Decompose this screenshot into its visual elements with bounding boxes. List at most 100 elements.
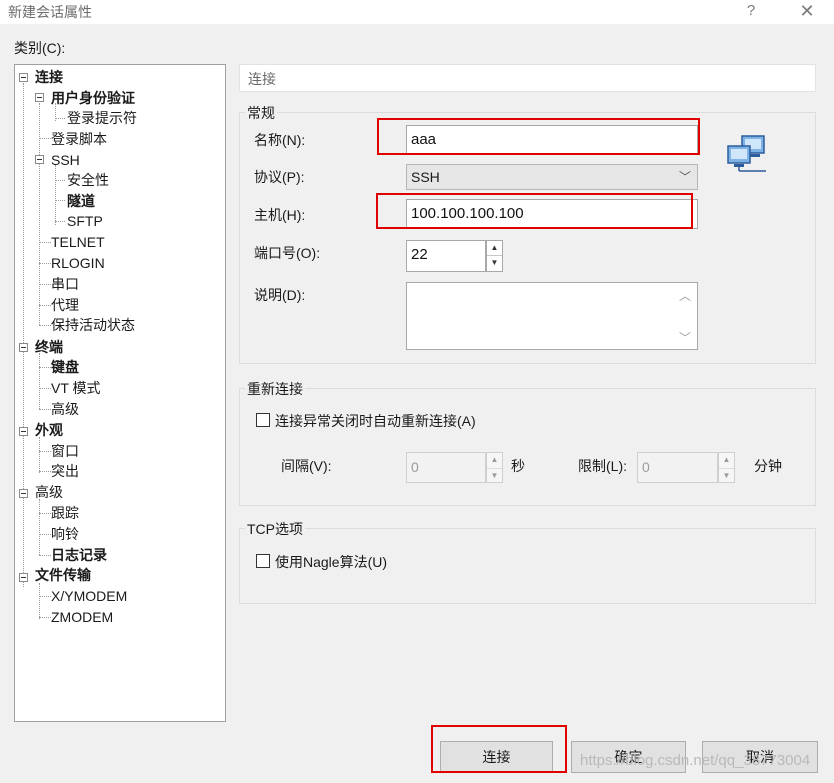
expander-icon[interactable] [19, 427, 28, 436]
tree-connector [39, 367, 51, 368]
port-spinner[interactable]: ▲ ▼ [486, 240, 503, 272]
scroll-down-icon[interactable]: ﹀ [679, 329, 691, 346]
expander-icon[interactable] [19, 73, 28, 82]
tree-item-window[interactable]: 窗口 [51, 441, 79, 461]
tree-item-appearance[interactable]: 外观 [35, 420, 63, 440]
title-bar: 新建会话属性 ? ✕ [0, 0, 834, 24]
auto-reconnect-checkbox[interactable] [256, 413, 270, 427]
tree-connector [23, 83, 24, 587]
reconnect-group-title: 重新连接 [245, 379, 305, 399]
tree-item-sftp[interactable]: SFTP [67, 211, 103, 231]
host-input[interactable]: 100.100.100.100 [406, 199, 698, 229]
reconnect-group [239, 388, 816, 506]
tree-item-serial[interactable]: 串口 [51, 274, 79, 294]
tree-connector [39, 583, 40, 619]
interval-spinner[interactable]: ▲ ▼ [486, 452, 503, 483]
protocol-select[interactable]: SSH ﹀ [406, 164, 698, 190]
expander-icon[interactable] [19, 573, 28, 582]
tree-connector [39, 138, 51, 139]
spin-up-icon[interactable]: ▲ [487, 241, 502, 256]
connect-button[interactable]: 连接 [440, 741, 553, 773]
port-label: 端口号(O): [254, 245, 321, 261]
tree-item-telnet[interactable]: TELNET [51, 232, 105, 252]
name-input[interactable]: aaa [406, 125, 698, 154]
tree-item-xymodem[interactable]: X/YMODEM [51, 586, 127, 606]
tree-item-terminal-advanced[interactable]: 高级 [51, 399, 79, 419]
tree-connector [39, 513, 51, 514]
tree-item-login-script[interactable]: 登录脚本 [51, 129, 107, 149]
spin-up-icon[interactable]: ▲ [719, 453, 734, 469]
name-label: 名称(N): [254, 132, 306, 148]
tree-item-rlogin[interactable]: RLOGIN [51, 253, 105, 273]
interval-input[interactable]: 0 [406, 452, 486, 483]
tree-item-proxy[interactable]: 代理 [51, 295, 79, 315]
tree-connector [39, 437, 40, 473]
watermark-text: https://blog.csdn.net/qq_38773004 [580, 752, 811, 769]
scroll-up-icon[interactable]: ︿ [679, 287, 691, 304]
limit-label: 限制(L): [578, 458, 627, 474]
tree-connector [39, 325, 51, 326]
protocol-label: 协议(P): [254, 169, 305, 185]
expander-icon[interactable] [35, 93, 44, 102]
tree-connector [39, 353, 40, 409]
tree-connector [39, 534, 51, 535]
tree-connector [55, 118, 65, 119]
tree-connector [39, 242, 51, 243]
category-tree[interactable]: 连接 用户身份验证 登录提示符 登录脚本 SSH 安全性 隧道 SFTP TEL… [14, 64, 226, 722]
nagle-label: 使用Nagle算法(U) [275, 554, 388, 570]
tree-item-keepalive[interactable]: 保持活动状态 [51, 315, 135, 335]
nagle-checkbox[interactable] [256, 554, 270, 568]
tree-item-login-prompt[interactable]: 登录提示符 [67, 108, 137, 128]
tree-connector [55, 180, 65, 181]
help-button[interactable]: ? [738, 0, 764, 22]
tree-item-bell[interactable]: 响铃 [51, 524, 79, 544]
limit-spinner[interactable]: ▲ ▼ [718, 452, 735, 483]
tree-item-keyboard[interactable]: 键盘 [51, 357, 79, 377]
chevron-down-icon: ﹀ [678, 170, 691, 184]
tree-connector [39, 284, 51, 285]
category-label: 类别(C): [14, 40, 66, 56]
tree-connector [39, 263, 51, 264]
tree-item-logging[interactable]: 日志记录 [51, 545, 107, 565]
limit-input[interactable]: 0 [637, 452, 718, 483]
expander-icon[interactable] [19, 489, 28, 498]
close-button[interactable]: ✕ [792, 0, 822, 22]
auto-reconnect-label: 连接异常关闭时自动重新连接(A) [275, 413, 476, 429]
spin-up-icon[interactable]: ▲ [487, 453, 502, 469]
panel-header: 连接 [239, 64, 816, 92]
tree-item-security[interactable]: 安全性 [67, 170, 109, 190]
network-computers-icon [727, 135, 766, 172]
tree-connector [39, 499, 40, 555]
port-input[interactable]: 22 [406, 240, 486, 272]
tree-item-file-transfer[interactable]: 文件传输 [35, 565, 91, 585]
tree-connector [39, 596, 51, 597]
general-group-title: 常规 [245, 103, 277, 123]
tree-item-advanced[interactable]: 高级 [35, 482, 63, 502]
tree-item-zmodem[interactable]: ZMODEM [51, 607, 113, 627]
window-title: 新建会话属性 [8, 4, 92, 20]
tree-connector [39, 409, 51, 410]
tree-item-authentication[interactable]: 用户身份验证 [51, 88, 135, 108]
expander-icon[interactable] [35, 155, 44, 164]
expander-icon[interactable] [19, 343, 28, 352]
tree-connector [39, 388, 51, 389]
tcp-group-title: TCP选项 [245, 519, 305, 539]
tree-item-terminal[interactable]: 终端 [35, 337, 63, 357]
tree-item-vt-mode[interactable]: VT 模式 [51, 378, 101, 398]
tree-connector [39, 471, 51, 472]
tree-item-trace[interactable]: 跟踪 [51, 503, 79, 523]
tree-connector [39, 451, 51, 452]
spin-down-icon[interactable]: ▼ [487, 469, 502, 484]
tree-item-highlight[interactable]: 突出 [51, 461, 79, 481]
host-label: 主机(H): [254, 207, 306, 223]
tree-connector [55, 221, 65, 222]
tree-item-tunnel[interactable]: 隧道 [67, 191, 95, 211]
interval-unit: 秒 [511, 458, 525, 474]
tree-connector [55, 200, 65, 201]
tree-item-ssh[interactable]: SSH [51, 150, 80, 170]
description-textarea[interactable]: ︿ ﹀ [406, 282, 698, 350]
tree-item-connection[interactable]: 连接 [35, 67, 63, 87]
tree-connector [39, 103, 40, 325]
spin-down-icon[interactable]: ▼ [719, 469, 734, 484]
spin-down-icon[interactable]: ▼ [487, 256, 502, 271]
